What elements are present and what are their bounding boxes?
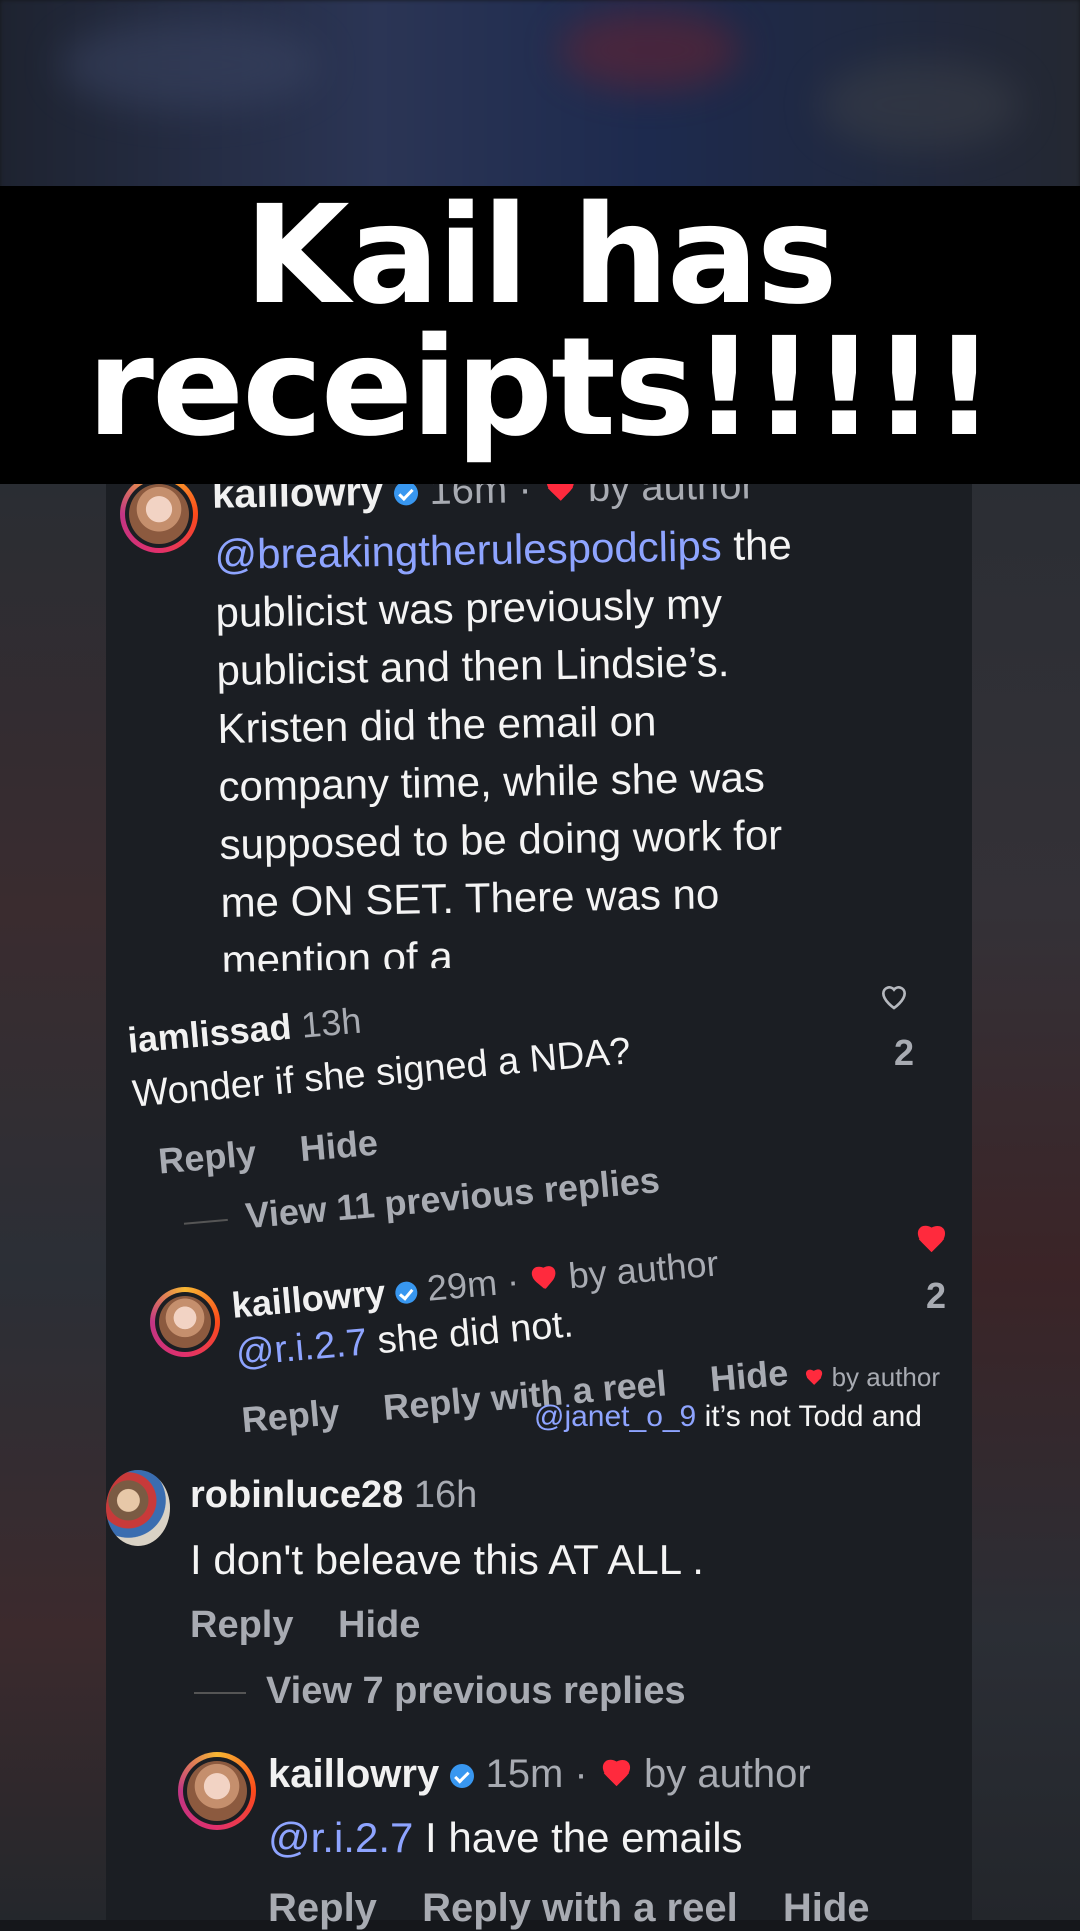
blurred-shape (60, 20, 320, 110)
liked-by-author: by author (566, 1242, 721, 1297)
reply-button[interactable]: Reply (190, 1604, 293, 1646)
username[interactable]: robinluce28 (190, 1474, 403, 1516)
like-count: 2 (926, 1275, 947, 1316)
avatar[interactable] (178, 1752, 256, 1830)
view-replies-link[interactable]: View 7 previous replies (194, 1670, 686, 1713)
separator-dot: · (574, 1752, 588, 1796)
timestamp: 29m (425, 1261, 499, 1309)
comment-kaillowry-top: kaillowry 16m · by author @breakingtheru… (0, 463, 1080, 990)
headline-line-2: receipts!!!!! (86, 309, 995, 467)
comment-text: it’s not Todd and (696, 1400, 922, 1432)
comment-actions: Reply Reply with a reel Hide (268, 1886, 904, 1931)
timestamp: 16h (413, 1474, 478, 1516)
text-line-1: the (721, 520, 793, 570)
avatar[interactable] (106, 1470, 170, 1546)
hide-button[interactable]: Hide (338, 1604, 420, 1646)
heart-icon (804, 1370, 824, 1388)
comment-robinluce28: robinluce28 16h I don't beleave this AT … (106, 1468, 972, 1720)
heart-icon (599, 1761, 633, 1791)
heart-icon (528, 1267, 560, 1296)
reply-button[interactable]: Reply (157, 1132, 258, 1181)
overlay-comment-snippet: by author @janet_o_9 it’s not Todd and (520, 1362, 960, 1432)
hide-button[interactable]: Hide (783, 1886, 870, 1930)
avatar[interactable] (150, 1287, 220, 1357)
mention-link[interactable]: @breakingtherulespodclips (214, 522, 722, 578)
verified-badge-icon (394, 1281, 419, 1306)
verified-badge-icon (394, 481, 419, 506)
verified-badge-icon (450, 1764, 475, 1789)
headline-text: Kail has receipts!!!!! (0, 186, 1080, 458)
username[interactable]: kaillowry (230, 1272, 387, 1326)
view-replies-label: View 7 previous replies (266, 1670, 686, 1712)
liked-by-author: by author (831, 1362, 940, 1392)
like-heart-outline-icon[interactable] (878, 980, 910, 1012)
username[interactable]: kaillowry (268, 1752, 439, 1796)
mention-link[interactable]: @r.i.2.7 (268, 1814, 413, 1861)
reply-button[interactable]: Reply (268, 1886, 377, 1930)
thread-line (194, 1691, 246, 1694)
timestamp: 13h (299, 999, 363, 1046)
blurred-shape (820, 60, 1020, 150)
comment-actions: Reply Hide (190, 1604, 454, 1647)
hide-button[interactable]: Hide (298, 1122, 379, 1170)
timestamp: 15m (485, 1752, 564, 1796)
like-count: 2 (894, 1032, 915, 1073)
headline-line-1: Kail has (244, 177, 837, 335)
liked-heart-icon[interactable] (914, 1227, 948, 1257)
reply-kaillowry-2: kaillowry 15m · by author @r.i.2.7 I hav… (106, 1748, 972, 1930)
liked-by-author: by author (643, 1752, 811, 1796)
username[interactable]: iamlissad (126, 1006, 293, 1061)
reply-with-reel-button[interactable]: Reply with a reel (422, 1886, 738, 1930)
mention-link[interactable]: @janet_o_9 (534, 1400, 696, 1432)
reply-button[interactable]: Reply (240, 1391, 341, 1440)
avatar[interactable] (120, 475, 198, 553)
blurred-shape (560, 10, 740, 90)
comment-text: I have the emails (413, 1814, 743, 1861)
separator-dot: · (505, 1259, 521, 1302)
comment-text: I don't beleave this AT ALL . (190, 1536, 704, 1583)
comment-text: @breakingtherulespodclips the publicist … (214, 513, 962, 972)
mention-link[interactable]: @r.i.2.7 (234, 1321, 369, 1374)
